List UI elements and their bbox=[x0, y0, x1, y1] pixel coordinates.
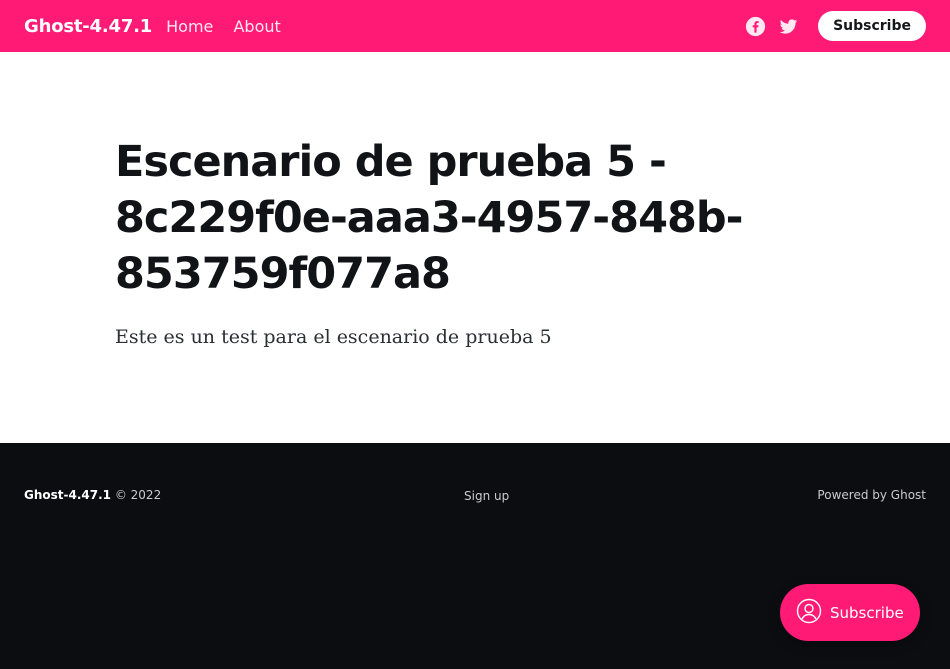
post-excerpt: Este es un test para el escenario de pru… bbox=[115, 326, 552, 348]
powered-by-link[interactable]: Powered by Ghost bbox=[817, 488, 926, 502]
header-actions: Subscribe bbox=[745, 11, 926, 41]
portal-subscribe-button[interactable]: Subscribe bbox=[780, 584, 920, 641]
post-content: Escenario de prueba 5 - 8c229f0e-aaa3-49… bbox=[0, 52, 950, 443]
footer-copyright: Ghost-4.47.1 © 2022 bbox=[24, 488, 161, 502]
page-title: Escenario de prueba 5 - 8c229f0e-aaa3-49… bbox=[115, 137, 744, 299]
signup-link[interactable]: Sign up bbox=[464, 489, 509, 503]
main-nav: Home About bbox=[166, 17, 296, 36]
facebook-icon[interactable] bbox=[745, 16, 766, 37]
site-header: Ghost-4.47.1 Home About Subscribe bbox=[0, 0, 950, 52]
nav-item-about[interactable]: About bbox=[233, 17, 280, 36]
twitter-icon[interactable] bbox=[778, 16, 799, 37]
nav-item-home[interactable]: Home bbox=[166, 17, 213, 36]
site-title-link[interactable]: Ghost-4.47.1 bbox=[24, 16, 152, 37]
footer-site-title[interactable]: Ghost-4.47.1 bbox=[24, 488, 111, 502]
user-icon bbox=[796, 598, 822, 628]
copyright-text: © 2022 bbox=[114, 488, 162, 502]
subscribe-button[interactable]: Subscribe bbox=[818, 11, 926, 41]
portal-subscribe-label: Subscribe bbox=[830, 603, 904, 622]
